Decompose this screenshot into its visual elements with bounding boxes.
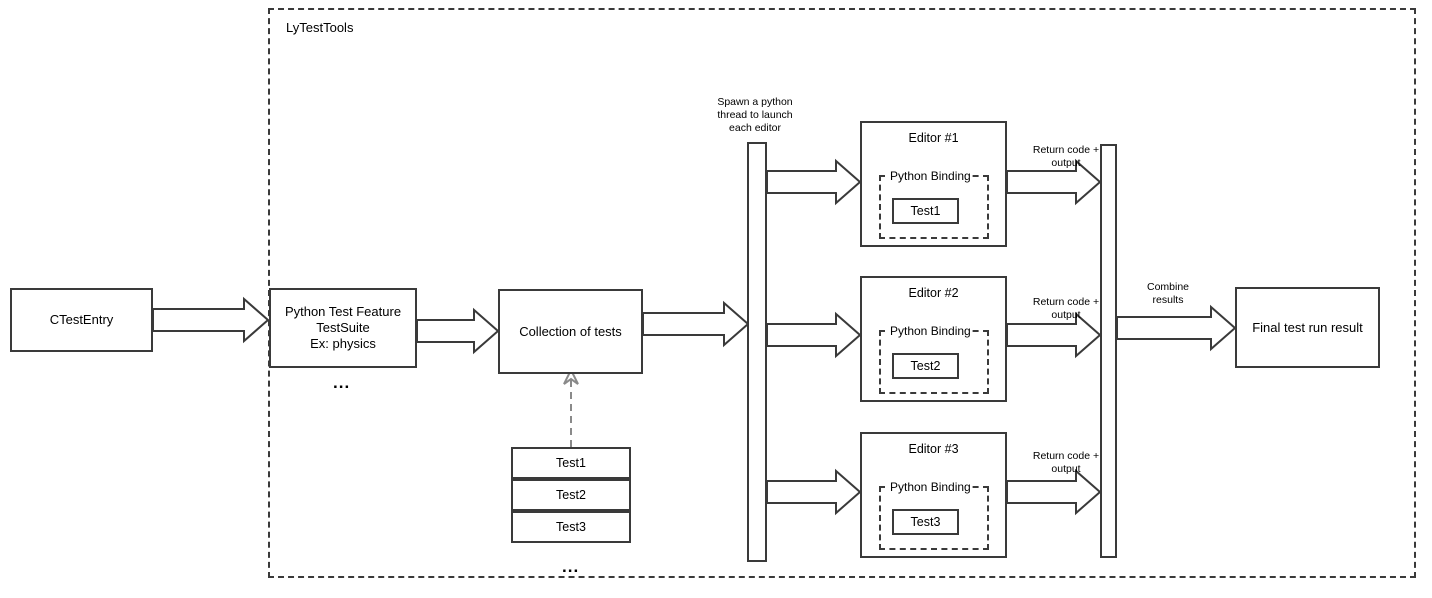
editor-2-test-chip[interactable]: Test2	[892, 353, 959, 379]
arrow-feature-to-collection	[416, 307, 500, 355]
python-test-feature-ellipsis: ...	[333, 373, 351, 392]
node-editor-2[interactable]: Editor #2 Python Binding Test2	[860, 276, 1007, 402]
diagram-canvas: LyTestTools CTestEntry Python Test Featu…	[0, 0, 1432, 598]
node-final-test-run-result[interactable]: Final test run result	[1235, 287, 1380, 368]
test-stack-ellipsis: ...	[562, 557, 580, 576]
arrow-forkbar-to-editor2	[766, 311, 862, 359]
edge-label-return-code-1: Return code + output	[1032, 144, 1100, 169]
join-bar	[1100, 144, 1117, 558]
editor-3-test-label: Test3	[910, 515, 941, 529]
test-stack-item-label: Test3	[556, 520, 586, 534]
node-ctest-entry-label: CTestEntry	[49, 312, 114, 327]
arrow-forkbar-to-editor3	[766, 468, 862, 516]
editor-1-test-chip[interactable]: Test1	[892, 198, 959, 224]
edge-label-return-code-2: Return code + output	[1032, 296, 1100, 321]
arrow-collection-to-forkbar	[642, 300, 750, 348]
arrow-teststack-to-collection	[563, 367, 579, 447]
list-item[interactable]: Test2	[511, 479, 631, 511]
node-python-test-feature[interactable]: Python Test Feature TestSuite Ex: physic…	[269, 288, 417, 368]
list-item[interactable]: Test1	[511, 447, 631, 479]
node-python-test-feature-label: Python Test Feature TestSuite Ex: physic…	[284, 304, 402, 351]
node-final-test-run-result-label: Final test run result	[1252, 319, 1363, 335]
fork-bar	[747, 142, 767, 562]
editor-1-python-binding-label: Python Binding	[889, 168, 972, 184]
node-editor-3[interactable]: Editor #3 Python Binding Test3	[860, 432, 1007, 558]
edge-label-combine-results: Combine results	[1146, 281, 1190, 306]
arrow-editor3-to-joinbar	[1006, 468, 1102, 516]
editor-2-test-label: Test2	[910, 359, 941, 373]
connector-layer	[152, 158, 1237, 516]
editor-3-test-chip[interactable]: Test3	[892, 509, 959, 535]
edge-label-spawn-thread: Spawn a python thread to launch each edi…	[717, 96, 793, 134]
test-stack-item-label: Test2	[556, 488, 586, 502]
test-stack-item-label: Test1	[556, 456, 586, 470]
edge-label-return-code-3: Return code + output	[1032, 450, 1100, 475]
arrow-forkbar-to-editor1	[766, 158, 862, 206]
node-collection-of-tests[interactable]: Collection of tests	[498, 289, 643, 374]
node-editor-1[interactable]: Editor #1 Python Binding Test1	[860, 121, 1007, 247]
node-ctest-entry[interactable]: CTestEntry	[10, 288, 153, 352]
node-collection-of-tests-label: Collection of tests	[519, 323, 622, 339]
editor-1-test-label: Test1	[910, 204, 941, 218]
editor-3-python-binding-label: Python Binding	[889, 479, 972, 495]
editor-2-title: Editor #2	[908, 286, 959, 300]
editor-2-python-binding-label: Python Binding	[889, 323, 972, 339]
list-item[interactable]: Test3	[511, 511, 631, 543]
arrow-ctestentry-to-pythontestfeature	[152, 296, 270, 344]
arrow-joinbar-to-final-result	[1116, 304, 1237, 352]
editor-3-title: Editor #3	[908, 442, 959, 456]
editor-1-title: Editor #1	[908, 131, 959, 145]
